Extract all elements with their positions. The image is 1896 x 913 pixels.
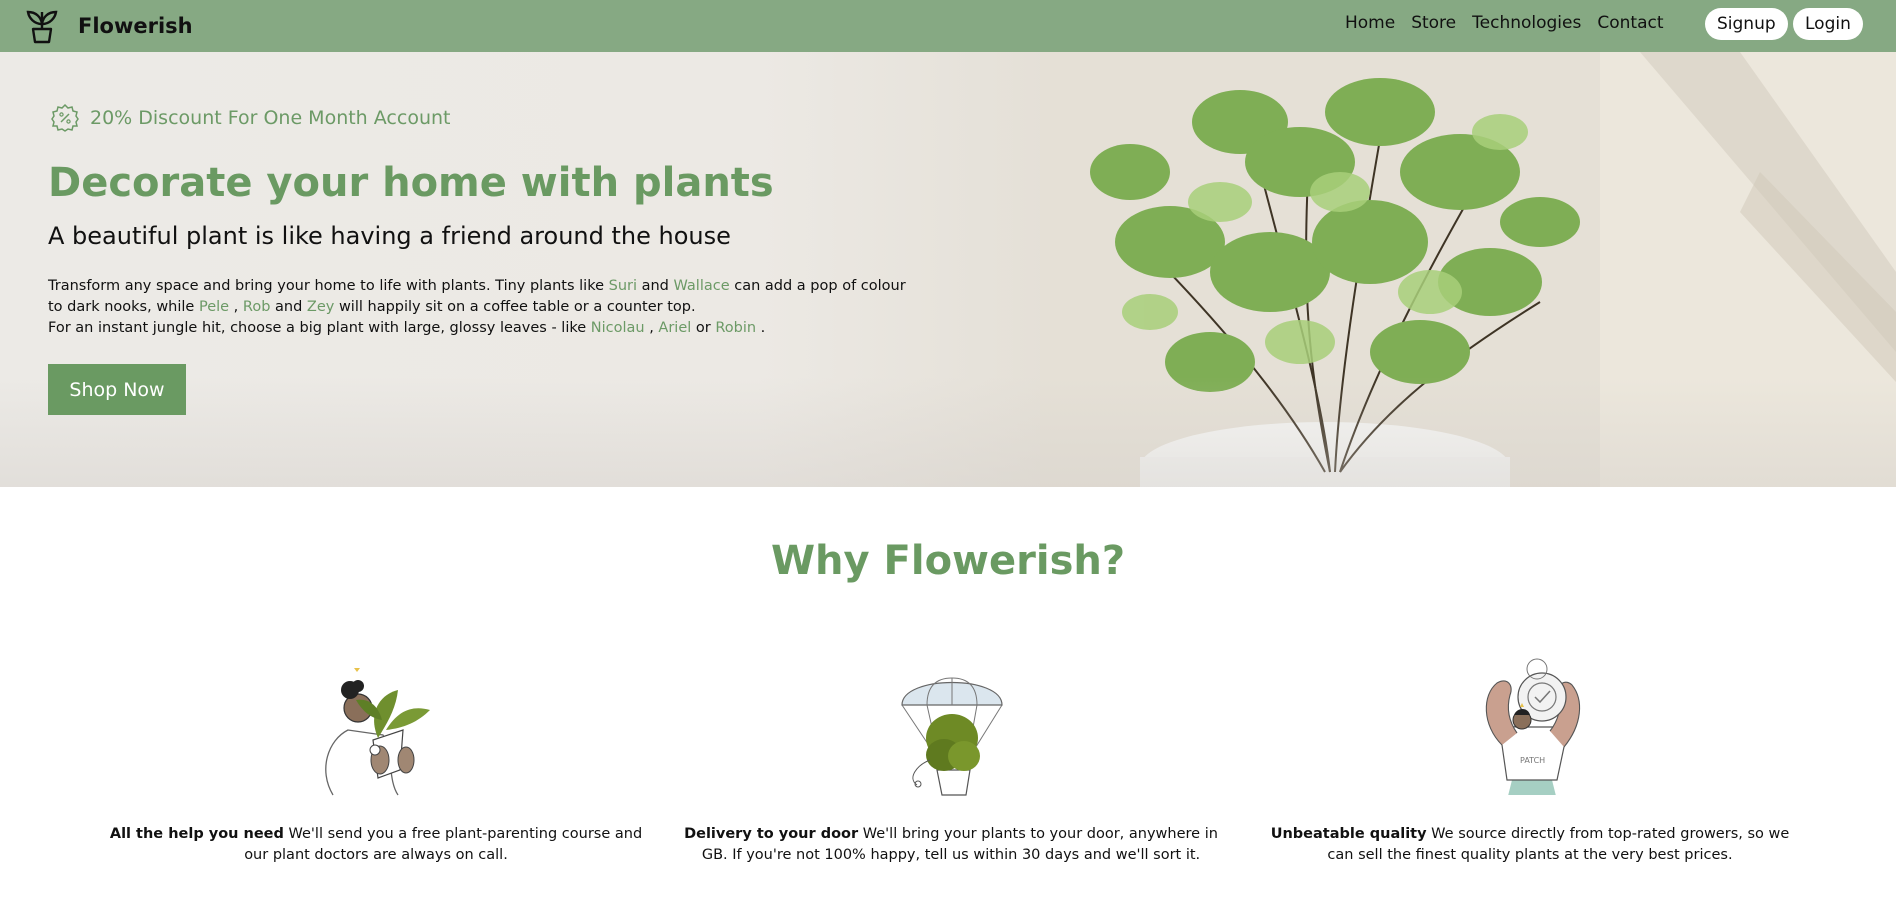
description-text: , — [644, 320, 659, 336]
brand-name: Flowerish — [78, 14, 193, 38]
plant-link-suri[interactable]: Suri — [609, 278, 637, 294]
description-text: , — [229, 299, 243, 315]
nav-link-contact[interactable]: Contact — [1597, 13, 1663, 33]
brand[interactable]: Flowerish — [24, 6, 193, 46]
plant-link-rob[interactable]: Rob — [243, 299, 271, 315]
plant-link-pele[interactable]: Pele — [199, 299, 229, 315]
description-text: will happily sit on a coffee table or a … — [334, 299, 696, 315]
login-button[interactable]: Login — [1793, 8, 1863, 40]
feature-quality: Unbeatable quality We source directly fr… — [1260, 824, 1800, 866]
hero-shade — [0, 377, 1896, 487]
description-text: or — [691, 320, 716, 336]
quality-badge-person-icon: PATCH — [1485, 658, 1581, 795]
feature-quality-title: Unbeatable quality — [1270, 826, 1427, 842]
feature-delivery: Delivery to your door We'll bring your p… — [681, 824, 1221, 866]
hero-description: Transform any space and bring your home … — [48, 276, 908, 339]
svg-text:PATCH: PATCH — [1520, 756, 1545, 765]
promo-text: 20% Discount For One Month Account — [90, 107, 451, 129]
why-title: Why Flowerish? — [770, 538, 1126, 584]
description-text: and — [270, 299, 307, 315]
plant-parachute-icon — [901, 677, 1003, 796]
signup-button[interactable]: Signup — [1705, 8, 1788, 40]
plant-pot-logo-icon — [26, 10, 58, 44]
top-nav: Flowerish Home Store Technologies Contac… — [0, 0, 1896, 52]
plant-link-robin[interactable]: Robin — [715, 320, 756, 336]
description-text: . — [756, 320, 766, 336]
nav-link-home[interactable]: Home — [1345, 13, 1395, 33]
discount-badge-icon — [51, 103, 79, 132]
person-holding-plant-icon — [325, 668, 430, 796]
nav-link-store[interactable]: Store — [1411, 13, 1456, 33]
description-text: For an instant jungle hit, choose a big … — [48, 320, 591, 336]
feature-delivery-title: Delivery to your door — [684, 826, 859, 842]
nav-links: Home Store Technologies Contact — [1345, 13, 1664, 33]
description-text: Transform any space and bring your home … — [48, 278, 609, 294]
plant-link-ariel[interactable]: Ariel — [658, 320, 691, 336]
feature-help: All the help you need We'll send you a f… — [106, 824, 646, 866]
discount-promo: 20% Discount For One Month Account — [50, 103, 450, 133]
hero-subtitle: A beautiful plant is like having a frien… — [48, 222, 731, 250]
shop-now-button[interactable]: Shop Now — [48, 364, 186, 415]
nav-link-technologies[interactable]: Technologies — [1472, 13, 1581, 33]
description-text: and — [637, 278, 674, 294]
feature-help-text: We'll send you a free plant-parenting co… — [244, 826, 643, 863]
plant-link-nicolau[interactable]: Nicolau — [591, 320, 645, 336]
feature-help-title: All the help you need — [109, 826, 284, 842]
plant-link-zey[interactable]: Zey — [307, 299, 334, 315]
plant-link-wallace[interactable]: Wallace — [674, 278, 730, 294]
hero-title: Decorate your home with plants — [48, 160, 774, 206]
